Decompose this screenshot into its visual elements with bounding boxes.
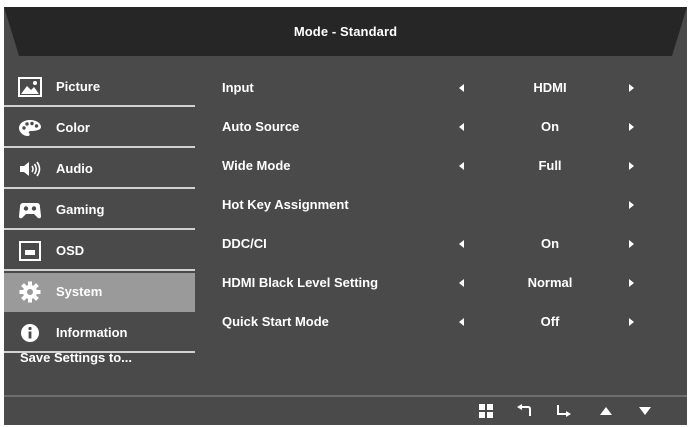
setting-label: Hot Key Assignment — [222, 197, 349, 212]
setting-label: Auto Source — [222, 119, 300, 134]
sidebar-item-label: Audio — [56, 161, 93, 176]
footer-bar — [4, 397, 687, 425]
setting-label: Input — [222, 80, 254, 95]
down-arrow-icon[interactable] — [637, 404, 653, 418]
left-arrow-icon[interactable] — [459, 162, 464, 170]
setting-label: Quick Start Mode — [222, 314, 329, 329]
right-arrow-icon[interactable] — [629, 123, 634, 131]
sidebar: Picture Color Audio Gaming OSD System In… — [4, 68, 195, 355]
menu-grid-icon[interactable] — [478, 404, 494, 418]
sidebar-item-system[interactable]: System — [4, 273, 195, 312]
gear-icon — [18, 281, 42, 303]
setting-row-hdmi-black-level[interactable]: HDMI Black Level Setting Normal — [222, 263, 662, 302]
speaker-icon — [18, 158, 42, 180]
settings-panel: Input HDMI Auto Source On Wide Mode Full… — [222, 68, 662, 341]
color-palette-icon — [18, 117, 42, 139]
gamepad-icon — [18, 199, 42, 221]
right-arrow-icon[interactable] — [629, 162, 634, 170]
sidebar-item-label: Picture — [56, 79, 101, 94]
sidebar-item-audio[interactable]: Audio — [4, 150, 195, 189]
sidebar-item-save-settings[interactable]: Save Settings to... — [4, 345, 195, 369]
page-title: Mode - Standard — [293, 24, 398, 39]
right-arrow-icon[interactable] — [629, 279, 634, 287]
left-arrow-icon[interactable] — [459, 279, 464, 287]
setting-row-auto-source[interactable]: Auto Source On — [222, 107, 662, 146]
left-arrow-icon[interactable] — [459, 318, 464, 326]
left-arrow-icon[interactable] — [459, 123, 464, 131]
right-arrow-icon[interactable] — [629, 318, 634, 326]
setting-row-input[interactable]: Input HDMI — [222, 68, 662, 107]
setting-value: HDMI — [533, 80, 567, 95]
setting-label: HDMI Black Level Setting — [222, 275, 379, 290]
osd-menu: Mode - Standard Picture Color Audio Gami… — [4, 7, 687, 425]
info-icon — [18, 322, 42, 344]
picture-icon — [18, 76, 42, 98]
right-arrow-icon[interactable] — [629, 84, 634, 92]
up-arrow-icon[interactable] — [598, 404, 614, 418]
right-arrow-icon[interactable] — [629, 201, 634, 209]
sidebar-item-gaming[interactable]: Gaming — [4, 191, 195, 230]
setting-label: DDC/CI — [222, 236, 267, 251]
left-arrow-icon[interactable] — [459, 84, 464, 92]
setting-value: Off — [540, 314, 560, 329]
setting-row-wide-mode[interactable]: Wide Mode Full — [222, 146, 662, 185]
sidebar-item-osd[interactable]: OSD — [4, 232, 195, 271]
sidebar-item-label: Save Settings to... — [20, 349, 132, 365]
setting-label: Wide Mode — [222, 158, 291, 173]
setting-value: On — [540, 119, 560, 134]
osd-icon — [18, 240, 42, 262]
setting-row-quick-start-mode[interactable]: Quick Start Mode Off — [222, 302, 662, 341]
sidebar-item-color[interactable]: Color — [4, 109, 195, 148]
sidebar-item-picture[interactable]: Picture — [4, 68, 195, 107]
sidebar-item-label: System — [56, 284, 103, 299]
sidebar-item-label: Color — [56, 120, 90, 135]
setting-value: Normal — [527, 275, 573, 290]
sidebar-item-label: Information — [56, 325, 128, 340]
setting-value: Full — [538, 158, 562, 173]
left-arrow-icon[interactable] — [459, 240, 464, 248]
setting-row-ddc-ci[interactable]: DDC/CI On — [222, 224, 662, 263]
enter-icon[interactable] — [556, 404, 572, 418]
sidebar-item-label: Gaming — [56, 202, 105, 217]
right-arrow-icon[interactable] — [629, 240, 634, 248]
back-icon[interactable] — [516, 404, 532, 418]
sidebar-item-label: OSD — [56, 243, 85, 258]
setting-value: On — [540, 236, 560, 251]
setting-row-hot-key-assignment[interactable]: Hot Key Assignment — [222, 185, 662, 224]
